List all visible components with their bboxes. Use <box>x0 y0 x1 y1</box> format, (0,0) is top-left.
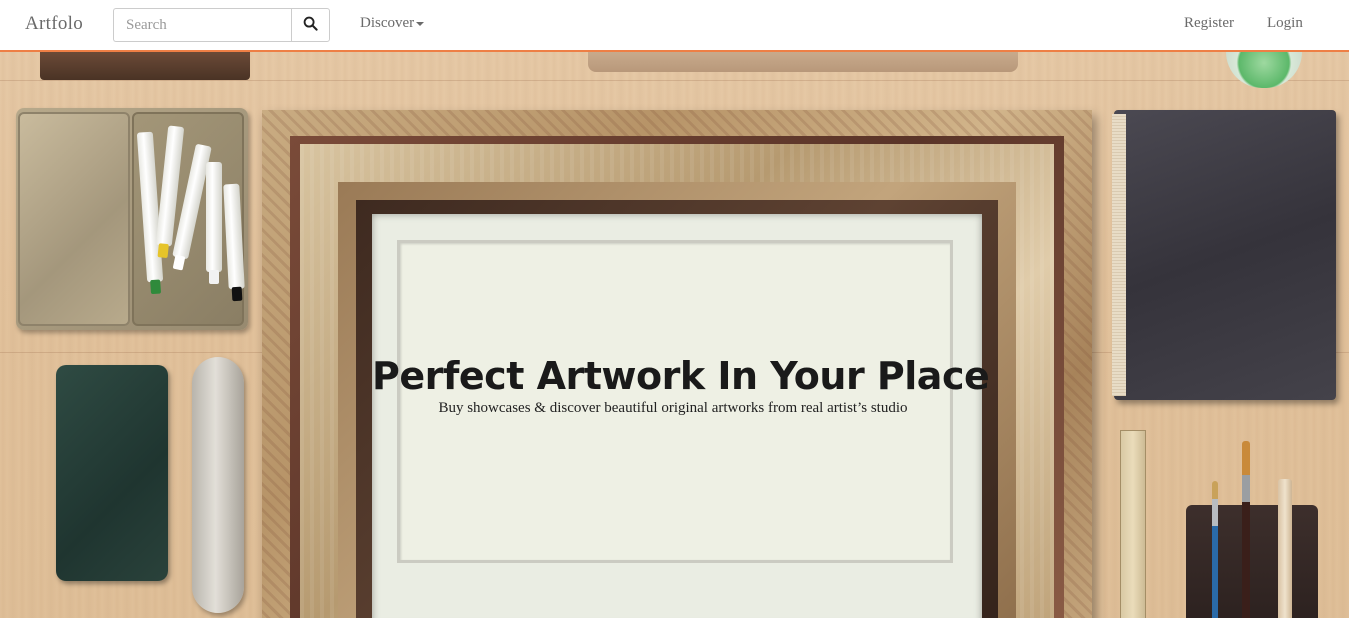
hero-title: Perfect Artwork In Your Place <box>372 354 990 398</box>
discover-dropdown[interactable]: Discover <box>360 15 425 32</box>
pencil-image <box>1278 479 1292 626</box>
tray-image <box>588 52 1018 72</box>
sketchbook-image <box>1114 110 1336 400</box>
register-link[interactable]: Register <box>1184 15 1234 32</box>
paintbrush-image <box>1212 481 1218 626</box>
brand-logo[interactable]: Artfolo <box>25 13 83 35</box>
hero-banner: Perfect Artwork In Your Place Buy showca… <box>0 52 1349 626</box>
paint-jar-image <box>1226 52 1302 88</box>
paint-tin-tray <box>132 112 245 326</box>
pencil-tin-image <box>192 357 244 613</box>
wooden-box-image <box>40 52 250 80</box>
brush-pouch-image <box>1186 441 1318 626</box>
wood-plank-line <box>0 80 1349 81</box>
paint-tin-lid <box>18 112 130 326</box>
login-link[interactable]: Login <box>1267 15 1303 32</box>
hero-subtitle: Buy showcases & discover beautiful origi… <box>438 400 908 416</box>
navbar: Artfolo Discover Register Login <box>0 0 1349 52</box>
paint-tube-image <box>223 183 245 302</box>
paintbrush-image <box>1242 441 1250 626</box>
paint-tube-image <box>206 162 222 284</box>
search-icon <box>303 16 318 34</box>
sketchbook-pages <box>1112 114 1126 396</box>
ruler-image <box>1120 430 1146 626</box>
search-button[interactable] <box>291 8 330 42</box>
green-tin-image <box>56 365 168 581</box>
search-input[interactable] <box>113 8 291 42</box>
search-group <box>113 8 330 42</box>
discover-label: Discover <box>360 15 415 31</box>
caret-down-icon <box>416 22 425 26</box>
